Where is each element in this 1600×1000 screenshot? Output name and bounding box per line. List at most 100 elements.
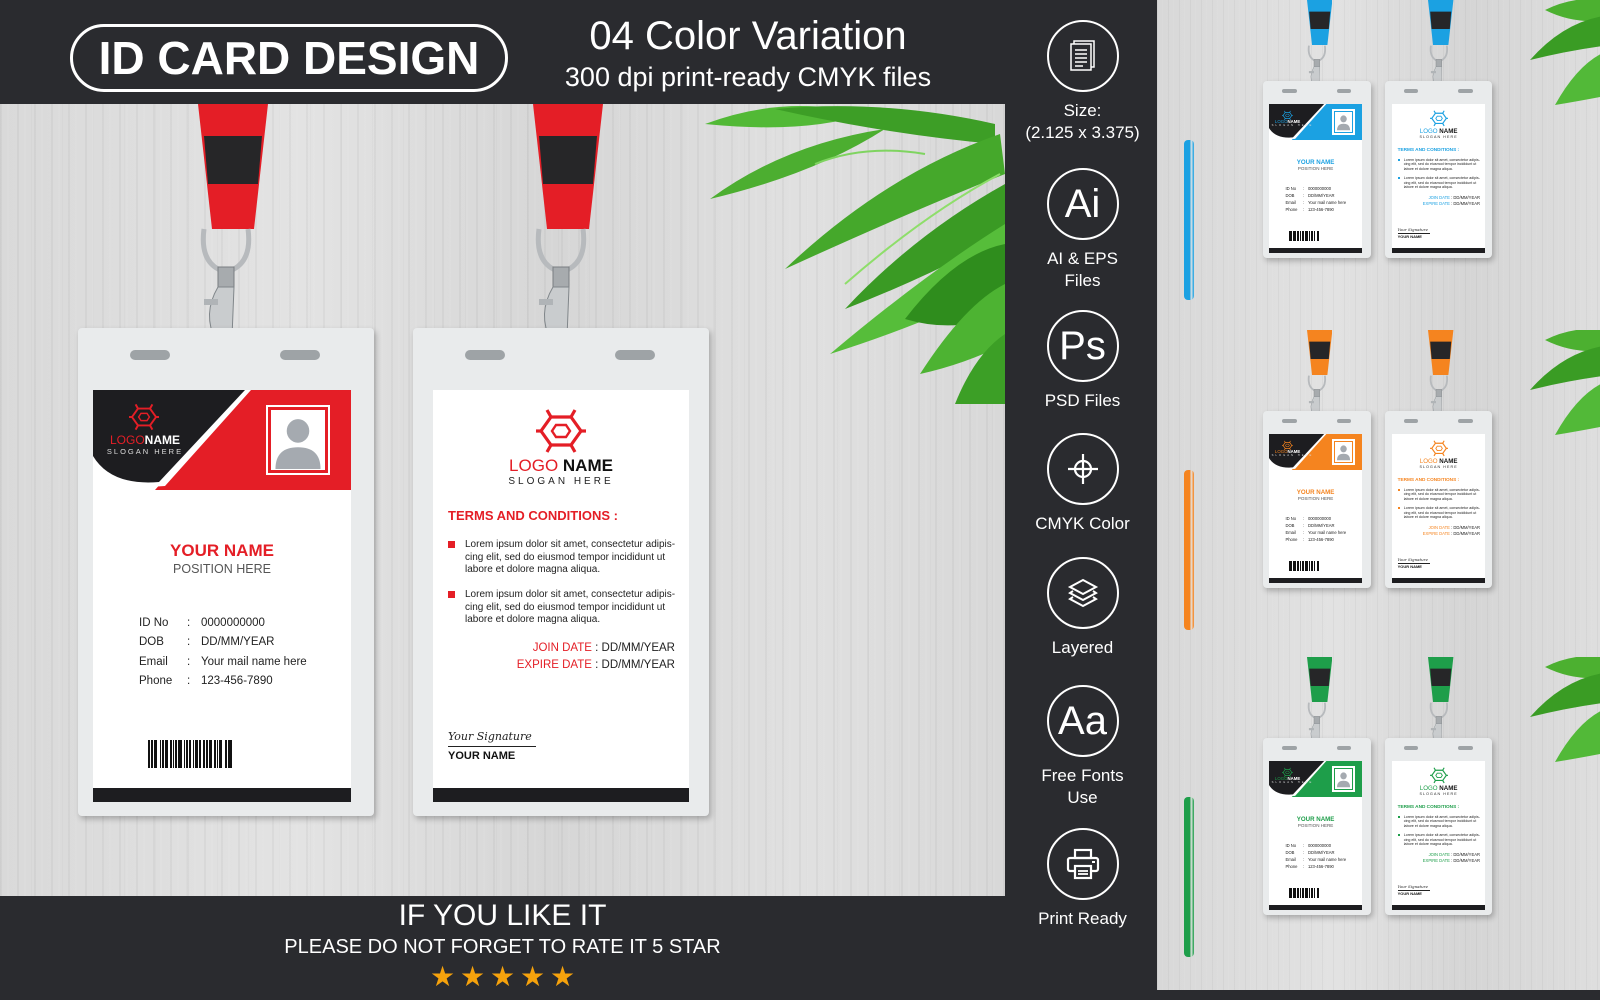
logo-hex-icon — [1429, 767, 1448, 784]
info-label: DOB — [1285, 850, 1295, 856]
expire-date-value: : DD/MM/YEAR — [1451, 530, 1480, 536]
photo-placeholder — [1334, 112, 1352, 132]
feature-item: Ai AI & EPS Files — [1005, 168, 1160, 292]
card-name: YOUR NAME — [1296, 815, 1335, 823]
font-aa-icon: Aa — [1046, 685, 1119, 757]
bullet-square-icon — [1397, 815, 1401, 819]
lanyard-strap — [1306, 657, 1333, 703]
photo-frame — [266, 405, 330, 475]
layers-icon — [1046, 557, 1119, 629]
title-badge: ID CARD DESIGN — [70, 24, 508, 92]
info-row: Phone:123-456-7890 — [1285, 536, 1346, 543]
logo-name: LOGO NAME — [1419, 457, 1458, 465]
card-bottom-bar — [1268, 248, 1363, 254]
barcode — [1288, 560, 1343, 571]
photo-placeholder — [1334, 769, 1352, 789]
card-name: YOUR NAME — [1296, 488, 1335, 496]
info-label: Email — [1285, 530, 1296, 536]
logo-slogan: SLOGAN HERE — [1419, 792, 1458, 796]
bullet-square-icon — [1397, 488, 1401, 492]
photoshop-ps-icon: Ps — [1046, 310, 1119, 382]
holder-slot — [615, 350, 655, 360]
badge-holder: LOGO NAME SLOGAN HERE TERMS AND CONDITIONS… — [1384, 81, 1493, 259]
holder-slot — [1336, 419, 1352, 423]
terms-text: Lorem ipsum dolor sit amet, consectetur … — [1403, 157, 1480, 171]
terms-text: Lorem ipsum dolor sit amet, consectetur … — [1403, 814, 1480, 828]
card-info-table: ID No:0000000000 DOB: DD/MM/YEAR Email: Your… — [1285, 842, 1346, 870]
terms-item: Lorem ipsum dolor sit amet, consectetur … — [1397, 157, 1481, 172]
variation-orange: LOGONAME SLOGAN HERE YOUR NAME POSITION HER… — [1157, 330, 1600, 663]
leaves-decoration — [1525, 0, 1600, 120]
holder-slot — [1336, 746, 1352, 750]
bullet-square-icon — [1397, 176, 1401, 180]
info-value: DD/MM/YEAR — [201, 636, 275, 649]
logo-slogan: SLOGAN HERE — [106, 447, 184, 456]
feature-item: Print Ready — [1005, 828, 1160, 930]
leaves-decoration — [1525, 330, 1600, 450]
holder-slot — [1458, 89, 1473, 93]
info-value: DD/MM/YEAR — [1307, 850, 1335, 856]
badge-holder: LOGO NAME SLOGAN HERE TERMS AND CONDITIONS… — [1384, 738, 1493, 916]
info-row: Email: Your mail name here — [1285, 856, 1346, 863]
terms-text: Lorem ipsum dolor sit amet, consectetur … — [465, 539, 676, 575]
barcode — [1288, 887, 1343, 898]
feature-label: Size: — [1063, 101, 1102, 120]
signature: Your Signature — [1397, 884, 1428, 890]
bullet-square-icon — [448, 591, 455, 598]
info-row: DOB: DD/MM/YEAR — [1285, 192, 1346, 199]
info-label: Phone — [139, 674, 173, 687]
dates-block: JOIN DATE : DD/MM/YEAR EXPIRE DATE : DD/M… — [1423, 195, 1480, 207]
feature-label: Layered — [1051, 638, 1114, 657]
info-row: DOB: DD/MM/YEAR — [1285, 849, 1346, 856]
terms-item: Lorem ipsum dolor sit amet, consectetur … — [1397, 176, 1481, 190]
header-subtitle: 04 Color Variation 300 dpi print-ready C… — [548, 12, 948, 94]
info-label: Phone — [1285, 207, 1298, 213]
card-bottom-bar — [1268, 578, 1363, 584]
info-value: 123-456-7890 — [1307, 207, 1334, 213]
expire-date-label: EXPIRE DATE — [1422, 530, 1452, 536]
signature-name: YOUR NAME — [1397, 234, 1422, 240]
card-info-table: ID No:0000000000 DOB: DD/MM/YEAR Email: Your… — [1285, 515, 1346, 543]
badge-holder: LOGONAME SLOGAN HERE YOUR NAME POSITION HER… — [1263, 738, 1371, 916]
card-info-table: ID No:0000000000 DOB: DD/MM/YEAR Email: Your… — [139, 614, 307, 691]
leaves-decoration — [1525, 657, 1600, 777]
id-card-back: LOGO NAME SLOGAN HERE TERMS AND CONDITIONS… — [1392, 760, 1486, 911]
logo-slogan: SLOGAN HERE — [1419, 465, 1458, 469]
variation-blue: LOGONAME SLOGAN HERE YOUR NAME POSITION HER… — [1157, 0, 1600, 333]
info-value: 0000000000 — [1307, 186, 1332, 192]
footer: IF YOU LIKE IT PLEASE DO NOT FORGET TO R… — [0, 896, 1005, 1000]
pen — [1184, 797, 1194, 957]
star-icon: ★ — [519, 961, 546, 992]
info-separator: : — [187, 655, 191, 668]
feature-label: CMYK Color — [1035, 514, 1130, 533]
logo-hex-icon — [129, 402, 159, 432]
expire-date-label: EXPIRE DATE — [516, 659, 596, 671]
logo-name: LOGONAME — [109, 433, 181, 447]
join-date-value: : DD/MM/YEAR — [1451, 524, 1480, 530]
printer-icon — [1046, 828, 1119, 900]
signature-name: YOUR NAME — [1397, 891, 1422, 897]
terms-heading: TERMS AND CONDITIONS : — [1397, 146, 1460, 152]
id-card-back: LOGO NAME SLOGAN HERE TERMS AND CONDITIONS… — [433, 390, 689, 802]
feature-label: Print Ready — [1038, 909, 1127, 928]
holder-slot — [130, 350, 170, 360]
signature-name: YOUR NAME — [1397, 564, 1422, 570]
info-value: 0000000000 — [1307, 516, 1332, 522]
join-date-label: JOIN DATE — [532, 642, 596, 654]
footer-rate-text: PLEASE DO NOT FORGET TO RATE IT 5 STAR — [284, 936, 721, 958]
holder-slot — [1403, 746, 1419, 750]
photo-placeholder — [1334, 442, 1352, 462]
holder-slot — [1403, 419, 1419, 423]
feature-item: CMYK Color — [1005, 433, 1160, 535]
lanyard-strap — [1428, 657, 1454, 703]
feature-label: Free Fonts — [1041, 766, 1124, 785]
info-row: ID No:0000000000 — [1285, 185, 1346, 192]
bullet-square-icon — [1397, 506, 1401, 510]
id-card-back: LOGO NAME SLOGAN HERE TERMS AND CONDITIONS… — [1392, 103, 1486, 254]
info-row: ID No:0000000000 — [1285, 515, 1346, 522]
info-row: Email: Your mail name here — [139, 653, 307, 672]
card-position: POSITION HERE — [1297, 166, 1334, 172]
terms-heading: TERMS AND CONDITIONS : — [448, 508, 618, 523]
signature-name: YOUR NAME — [448, 750, 516, 762]
info-label: ID No — [1285, 843, 1297, 849]
